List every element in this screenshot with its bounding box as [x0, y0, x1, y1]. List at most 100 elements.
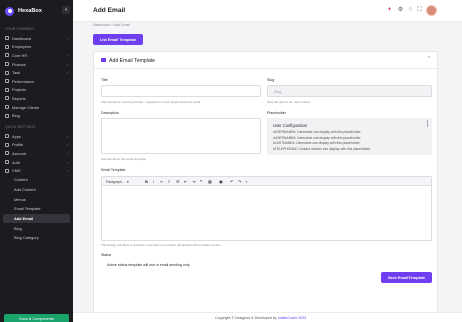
chevron-right-icon: ›: [66, 52, 68, 58]
account-icon: [5, 151, 9, 156]
card-title: Add Email Template: [109, 57, 156, 64]
media-icon[interactable]: ▣: [219, 179, 223, 184]
avatar[interactable]: [426, 5, 437, 16]
sidebar-item-label: Account: [12, 150, 27, 156]
footer-link[interactable]: IndianCoder 2023: [278, 316, 307, 320]
sidebar-item-projects[interactable]: Projects: [0, 86, 73, 95]
top-header: Add Email + ⚙ ♢ ⛶: [73, 0, 462, 22]
sidebar-item-performance[interactable]: Performance: [0, 77, 73, 86]
sidebar-item-label: Projects: [12, 87, 27, 93]
notification-bell-icon[interactable]: ♢: [407, 7, 414, 14]
sidebar-section-main: YOUR COMPANY: [5, 27, 35, 31]
placeholder-line: #TELEPHONE#: Contact number can display …: [273, 146, 371, 151]
sidebar-subitem-blog[interactable]: Blog: [0, 223, 73, 233]
list-email-template-button[interactable]: List Email Template: [93, 34, 143, 45]
briefcase-icon: [5, 53, 9, 58]
title-help: This should be meaning full title - rega…: [101, 100, 201, 104]
sidebar-item-label: Finance: [12, 61, 26, 67]
sidebar-subitem-add-email[interactable]: Add Email: [3, 213, 70, 224]
redo-icon[interactable]: ↷: [238, 179, 241, 184]
sidebar-item-label: Blog: [12, 113, 20, 119]
email-template-editor[interactable]: Paragraph ▾ B I ∞ ≡ ☰ ⇤ ⇥ ❝ ▦ ▣ ↶ ↷ ▪: [101, 176, 432, 241]
sidebar-item-finance[interactable]: Finance ›: [0, 60, 73, 69]
sidebar-item-label: Auth: [12, 159, 21, 165]
client-icon: [5, 105, 9, 110]
chevron-up-icon[interactable]: ⌃: [427, 56, 431, 62]
email-template-label: Email Template: [101, 168, 126, 172]
title-input[interactable]: [101, 85, 261, 97]
sidebar-subitem-menus[interactable]: Menus: [0, 194, 73, 204]
sidebar-item-label: CMS: [12, 168, 21, 174]
sidebar-setting-auth[interactable]: Auth ›: [0, 158, 73, 167]
sidebar-item-label: Profile: [12, 142, 24, 148]
sidebar-item-core-hr[interactable]: Core HR ›: [0, 51, 73, 60]
slug-label: Slug: [267, 78, 275, 82]
chart-icon: [5, 79, 9, 84]
list-icon[interactable]: ≡: [168, 179, 170, 184]
chevron-right-icon: ›: [66, 159, 68, 165]
sidebar-item-employees[interactable]: Employees: [0, 43, 73, 52]
sidebar-setting-cms[interactable]: CMS ›: [0, 166, 73, 175]
lock-icon: [5, 160, 9, 165]
sidebar-subitem-content[interactable]: Content: [0, 175, 73, 185]
chevron-right-icon: ›: [66, 133, 68, 139]
link-icon[interactable]: ∞: [160, 179, 163, 184]
copyright-text: Copyright © Designed & Developed by: [215, 316, 278, 320]
chevron-right-icon: ›: [66, 61, 68, 67]
sidebar-item-task[interactable]: Task ›: [0, 68, 73, 77]
docs-components-button[interactable]: Docs & Components: [4, 314, 69, 322]
table-icon[interactable]: ▦: [208, 179, 212, 184]
sidebar-subitem-add-content[interactable]: Add Content: [0, 185, 73, 195]
format-select[interactable]: Paragraph: [106, 180, 122, 184]
indent-icon[interactable]: ⇥: [192, 179, 195, 184]
add-email-template-card: Add Email Template ⌃ Title This should b…: [93, 51, 438, 314]
sidebar-setting-apps[interactable]: Apps ›: [0, 132, 73, 141]
sidebar-setting-account[interactable]: Account ›: [0, 149, 73, 158]
chevron-right-icon: ›: [66, 70, 68, 76]
blog-icon: [5, 113, 9, 118]
sidebar-item-dashboard[interactable]: Dashboard ›: [0, 34, 73, 43]
slug-help: Slug will use for url. Can't edited.: [267, 100, 311, 104]
description-textarea[interactable]: [101, 118, 261, 154]
chevron-right-icon: ›: [66, 168, 68, 174]
grid-icon: [5, 36, 9, 41]
plus-icon[interactable]: +: [386, 7, 393, 14]
profile-icon: [5, 142, 9, 147]
sidebar-item-label: Core HR: [12, 52, 28, 58]
chevron-right-icon: ›: [66, 142, 68, 148]
undo-icon[interactable]: ↶: [230, 179, 233, 184]
sidebar-item-manage-clients[interactable]: Manage Clients: [0, 103, 73, 112]
sidebar-subitem-blog-category[interactable]: Blog Category: [0, 233, 73, 243]
folder-icon: [5, 87, 9, 92]
numbered-list-icon[interactable]: ☰: [176, 179, 180, 184]
image-icon[interactable]: ▪: [246, 179, 247, 184]
sidebar-item-label: Performance: [12, 78, 35, 84]
footer: Copyright © Designed & Developed by Indi…: [73, 312, 462, 322]
settings-icon[interactable]: ⚙: [397, 7, 404, 14]
sidebar-subitem-email-template[interactable]: Email Template: [0, 204, 73, 214]
bold-icon[interactable]: B: [145, 179, 148, 184]
sidebar-item-label: Employees: [12, 44, 32, 50]
placeholder-scrollbar[interactable]: [427, 120, 429, 127]
footer-text: Copyright © Designed & Developed by Indi…: [215, 316, 306, 320]
slug-input[interactable]: Slug: [267, 85, 432, 97]
outdent-icon[interactable]: ⇤: [184, 179, 187, 184]
placeholder-title: User Configuration: [273, 123, 308, 128]
apps-icon: [5, 134, 9, 139]
quote-icon[interactable]: ❝: [200, 179, 202, 184]
placeholder-list[interactable]: User Configuration #USERNAME#: Username …: [267, 118, 432, 155]
sidebar-item-reports[interactable]: Reports: [0, 94, 73, 103]
sidebar-item-blog[interactable]: Blog: [0, 111, 73, 120]
chevron-down-icon[interactable]: ▾: [127, 180, 129, 184]
placeholder-label: Placeholder: [267, 111, 286, 115]
fullscreen-icon[interactable]: ⛶: [416, 7, 423, 14]
placeholder-line: #LASTNAME#: Username can display with th…: [273, 141, 361, 145]
mail-icon: [101, 58, 106, 62]
card-header[interactable]: Add Email Template ⌃: [94, 52, 437, 69]
status-toggle-label[interactable]: Active status template will use in email…: [107, 263, 190, 267]
sidebar-collapse-button[interactable]: «: [62, 6, 70, 14]
save-email-template-button[interactable]: Save EmailTemplate: [381, 272, 432, 283]
page-title: Add Email: [93, 7, 126, 14]
sidebar-setting-profile[interactable]: Profile ›: [0, 141, 73, 150]
italic-icon[interactable]: I: [153, 179, 154, 184]
